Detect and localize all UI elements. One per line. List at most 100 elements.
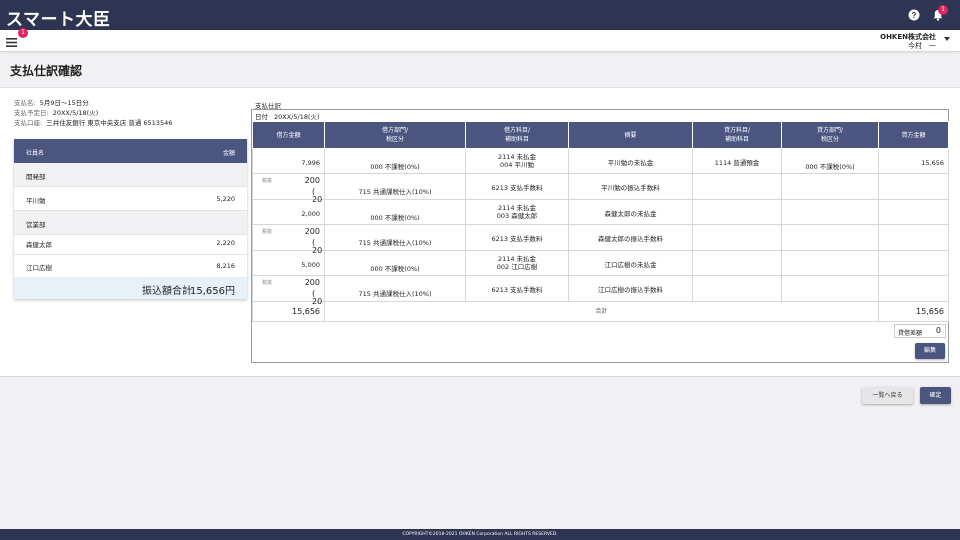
debit-dept-header: 借方部門/税区分	[324, 121, 466, 149]
credit-amount: 15,656	[878, 148, 949, 174]
back-to-list-button[interactable]: 一覧へ戻る	[862, 387, 913, 404]
journal-row: 税抜 200( 20 715 共通課税仕入(10%) 6213 支払手数料 江口広…	[252, 275, 949, 306]
debit-total: 15,656	[252, 301, 325, 322]
payment-date: 支払予定日: 20XX/5/18(火)	[14, 109, 98, 118]
account-code: 2114 未払金	[497, 204, 537, 212]
transfer-total: 振込額合計 15,656円	[14, 277, 247, 299]
sub-account: 003 森健太郎	[496, 212, 538, 220]
payment-name: 支払名: 5月9日〜15日分	[14, 99, 89, 108]
debit-amount: 5,000	[252, 250, 325, 276]
credit-total: 15,656	[878, 301, 949, 322]
debit-account: 6213 支払手数料	[465, 173, 569, 200]
header-text: 税区分	[385, 136, 404, 143]
header-text: 貸方部門/	[816, 127, 844, 134]
balance-difference: 貸借差額 0	[894, 324, 946, 338]
debit-tax: 000 不課税(0%)	[324, 148, 466, 174]
chevron-down-icon[interactable]	[944, 37, 950, 42]
confirm-button[interactable]: 確定	[920, 387, 951, 404]
svg-text:?: ?	[912, 11, 917, 20]
payment-date-value: 20XX/5/18(火)	[52, 109, 99, 117]
summary: 江口広樹の未払金	[568, 250, 693, 276]
summary-header: 摘要	[568, 121, 693, 149]
payment-account-label: 支払口座:	[14, 119, 43, 127]
header-text: 貸方金額	[901, 131, 926, 139]
menu-icon[interactable]	[6, 38, 17, 47]
header-text: 補助科目	[504, 136, 529, 143]
credit-account	[692, 250, 782, 276]
employee-name: 平川勉	[26, 197, 46, 205]
debit-account: 2114 未払金 002 江口広樹	[465, 250, 569, 276]
journal-date-label: 日付	[255, 113, 268, 121]
debit-amount: 税抜 200( 20	[252, 275, 325, 306]
journal-header-row: 借方金額 借方部門/税区分 借方科目/補助科目 摘要 貸方科目/補助科目 貸方部…	[252, 121, 949, 149]
debit-account: 2114 未払金 004 平川勉	[465, 148, 569, 174]
debit-tax: 000 不課税(0%)	[324, 199, 466, 225]
credit-dept-header: 貸方部門/税区分	[781, 121, 879, 149]
header-text: 借方科目/	[503, 127, 531, 134]
debit-tax: 715 共通課税仕入(10%)	[324, 173, 466, 200]
employee-name: 森健太郎	[26, 241, 52, 249]
credit-account-header: 貸方科目/補助科目	[692, 121, 782, 149]
employee-amount: 5,220	[216, 195, 235, 203]
fee-amount: 200	[304, 176, 320, 185]
credit-tax: 000 不課税(0%)	[781, 148, 879, 174]
credit-account	[692, 173, 782, 200]
debit-tax: 715 共通課税仕入(10%)	[324, 224, 466, 251]
debit-amount: 税抜 200( 20	[252, 173, 325, 204]
sub-bar: OHKEN株式会社 今村 一	[0, 30, 960, 52]
credit-amount	[878, 173, 949, 200]
journal-row: 税抜 200( 20 715 共通課税仕入(10%) 6213 支払手数料 平川勉…	[252, 173, 949, 204]
payment-date-label: 支払予定日:	[14, 109, 49, 117]
header-text: 補助科目	[724, 136, 749, 143]
summary: 平川勉の未払金	[568, 148, 693, 174]
credit-tax	[781, 224, 879, 251]
credit-amount-header: 貸方金額	[878, 121, 949, 149]
employee-amount: 8,216	[216, 262, 235, 270]
summary: 江口広樹の振込手数料	[568, 275, 693, 302]
company-name: OHKEN株式会社	[880, 33, 936, 41]
debit-amount: 2,000	[252, 199, 325, 225]
header-text: 借方部門/	[381, 127, 409, 134]
debit-account-header: 借方科目/補助科目	[465, 121, 569, 149]
payment-name-value: 5月9日〜15日分	[39, 99, 89, 107]
journal-row: 5,000 000 不課税(0%) 2114 未払金 002 江口広樹 江口広樹の…	[252, 250, 949, 276]
credit-tax	[781, 250, 879, 276]
balance-difference-value: 0	[935, 326, 941, 335]
employee-row: 平川勉 5,220	[14, 187, 247, 211]
user-name[interactable]: 今村 一	[908, 42, 936, 51]
sub-account: 002 江口広樹	[496, 263, 538, 271]
credit-tax	[781, 275, 879, 302]
journal-row: 2,000 000 不課税(0%) 2114 未払金 003 森健太郎 森健太郎の…	[252, 199, 949, 225]
account-code: 2114 未払金	[497, 255, 537, 263]
transfer-total-label: 振込額合計	[142, 286, 192, 297]
journal-date-value: 20XX/5/18(火)	[274, 113, 320, 121]
app-title[interactable]: スマート大臣	[6, 5, 111, 30]
balance-difference-label: 貸借差額	[898, 330, 923, 337]
dept-row: 開発部	[14, 163, 247, 187]
employee-name: 江口広樹	[26, 264, 52, 272]
summary: 森健太郎の未払金	[568, 199, 693, 225]
employee-table-header: 社員名 金額	[14, 139, 247, 163]
employee-table: 社員名 金額 開発部 平川勉 5,220 営業部 森健太郎 2,220 江口広樹…	[14, 139, 247, 299]
journal-row: 7,996 000 不課税(0%) 2114 未払金 004 平川勉 平川勉の未払…	[252, 148, 949, 174]
debit-amount-header: 借方金額	[252, 121, 325, 149]
account-code: 2114 未払金	[497, 153, 537, 161]
credit-account	[692, 275, 782, 302]
debit-tax: 000 不課税(0%)	[324, 250, 466, 276]
debit-account: 6213 支払手数料	[465, 224, 569, 251]
footer-copyright: COPYRIGHT©2018-2021 OHKEN Corporation AL…	[0, 529, 960, 540]
top-bar: スマート大臣 ? 1	[0, 0, 960, 30]
header-text: 借方金額	[276, 131, 301, 139]
header-text: 貸方科目/	[723, 127, 751, 134]
summary: 森健太郎の振込手数料	[568, 224, 693, 251]
debit-account: 2114 未払金 003 森健太郎	[465, 199, 569, 225]
credit-tax	[781, 199, 879, 225]
help-icon[interactable]: ?	[908, 9, 920, 21]
edit-button[interactable]: 編集	[915, 343, 945, 359]
header-text: 摘要	[624, 131, 637, 139]
credit-amount	[878, 224, 949, 251]
debit-account: 6213 支払手数料	[465, 275, 569, 302]
page-title: 支払仕訳確認	[10, 64, 83, 78]
credit-tax	[781, 173, 879, 200]
summary: 平川勉の振込手数料	[568, 173, 693, 200]
